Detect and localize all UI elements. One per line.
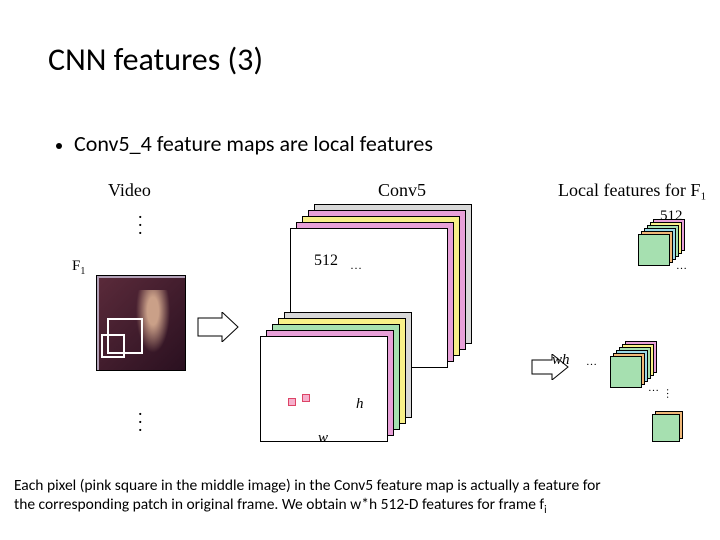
label-wh: wh — [552, 352, 570, 369]
footer-sub: i — [544, 503, 547, 516]
frame-label-f1: F1 — [72, 258, 85, 277]
ellipsis-icon: … — [676, 260, 687, 272]
label-video: Video — [108, 180, 151, 201]
footer-line-2: the corresponding patch in original fram… — [14, 495, 544, 514]
arrow-right-icon — [196, 312, 240, 342]
patch-outline-small — [101, 334, 125, 358]
pixel-marker — [302, 394, 310, 402]
bullet-line: Conv5_4 feature maps are local features — [56, 130, 433, 157]
ellipsis-icon: … — [350, 258, 364, 273]
label-conv5: Conv5 — [378, 180, 426, 201]
feature-map-layer — [260, 336, 388, 442]
ellipsis-icon: … — [648, 382, 659, 394]
vertical-ellipsis-icon: ... — [138, 405, 143, 429]
label-512-depth: 512 — [314, 252, 338, 270]
slide-title: CNN features (3) — [48, 40, 263, 79]
vertical-ellipsis-icon: … — [664, 388, 676, 399]
feature-cube — [638, 234, 670, 266]
footer-caption: Each pixel (pink square in the middle im… — [14, 476, 706, 517]
feature-cube — [610, 356, 642, 388]
vertical-ellipsis-icon: ... — [138, 208, 143, 232]
footer-line-1: Each pixel (pink square in the middle im… — [14, 476, 601, 495]
label-local-features: Local features for F₁ — [558, 180, 707, 201]
pixel-marker — [288, 398, 296, 406]
bullet-text: Conv5_4 feature maps are local features — [74, 130, 433, 157]
label-w: w — [318, 430, 328, 447]
ellipsis-icon: … — [586, 356, 597, 368]
video-frame — [96, 275, 186, 371]
label-h: h — [356, 396, 364, 413]
bullet-icon — [56, 143, 62, 149]
feature-cube — [652, 414, 680, 442]
